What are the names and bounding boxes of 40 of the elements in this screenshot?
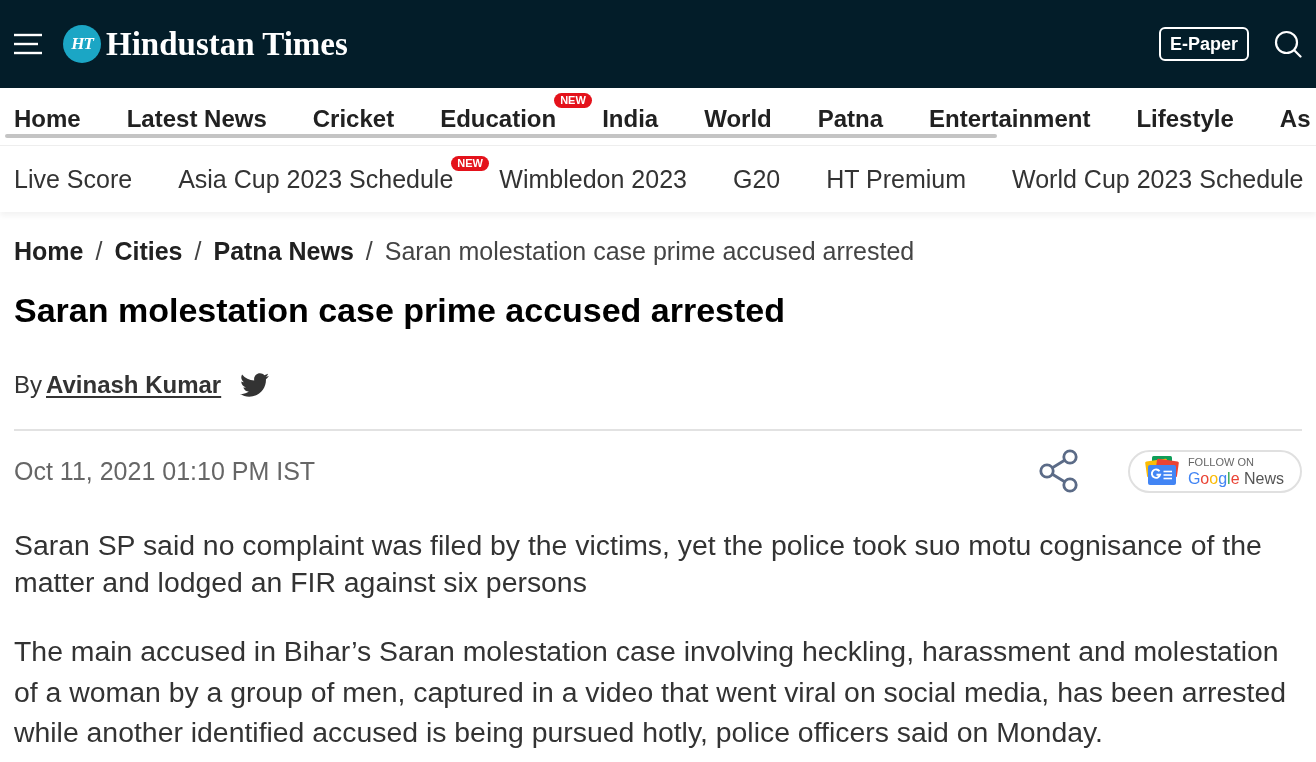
nav-link[interactable]: Lifestyle — [1136, 104, 1234, 134]
new-badge: NEW — [451, 156, 489, 171]
nav-link[interactable]: HT Premium — [826, 164, 967, 194]
nav-link[interactable]: Entertainment — [929, 104, 1091, 134]
nav-link[interactable]: Patna — [817, 104, 884, 134]
nav-link[interactable]: Education — [440, 104, 557, 134]
epaper-button[interactable]: E-Paper — [1158, 27, 1249, 61]
bird-icon[interactable] — [240, 373, 270, 397]
breadcrumb-link[interactable]: Home — [14, 236, 84, 266]
author-link[interactable]: Avinash Kumar — [46, 370, 222, 400]
nav-link[interactable]: As — [1279, 104, 1311, 134]
nav-link[interactable]: G20 — [732, 164, 781, 194]
breadcrumb-link[interactable]: Patna News — [213, 236, 354, 266]
nav-link[interactable]: Latest News — [126, 104, 267, 134]
share-icon[interactable] — [1038, 449, 1079, 493]
nav-link[interactable]: Wimbledon 2023 — [499, 164, 687, 194]
scrollbar-thumb[interactable] — [5, 134, 997, 138]
breadcrumb-current: Saran molestation case prime accused arrested — [384, 236, 915, 266]
article-summary: Saran SP said no complaint was filed by the victims, yet the police took suo motu cognisance of the matter and lodged an FIR against six persons — [14, 528, 1263, 600]
article-paragraph: The main accused in Bihar’s Saran molestation case involving heckling, harassment and molestation of a woman by a group of men, captured in a video that went viral on social media, has been arrested while another identified accused is being pursued hotly, police officers said on Monday. — [14, 634, 1287, 750]
nav-link[interactable]: World — [704, 104, 772, 134]
new-badge: NEW — [554, 93, 592, 108]
follow-button[interactable]: FOLLOW ON Google News — [1127, 449, 1302, 493]
nav-link[interactable]: Live Score — [14, 164, 133, 194]
article-headline: Saran molestation case prime accused arrested — [14, 290, 787, 330]
news-app-icon — [1144, 456, 1179, 486]
logo-wordmark[interactable]: Hindustan Times — [106, 25, 348, 63]
byline-prefix: By — [14, 370, 42, 400]
nav-link[interactable]: Asia Cup 2023 Schedule — [178, 164, 454, 194]
menu-icon[interactable] — [14, 33, 42, 55]
breadcrumb-link[interactable]: Cities — [114, 236, 183, 266]
breadcrumb-separator: / — [193, 236, 203, 266]
search-icon[interactable] — [1274, 30, 1302, 58]
nav-link[interactable]: India — [602, 104, 659, 134]
nav-link[interactable]: Home — [14, 104, 81, 134]
nav-link[interactable]: World Cup 2023 Schedule — [1012, 164, 1304, 194]
publish-date: Oct 11, 2021 01:10 PM IST — [14, 456, 316, 486]
breadcrumb-separator: / — [94, 236, 104, 266]
nav-link[interactable]: Cricket — [312, 104, 395, 134]
breadcrumb-separator: / — [364, 236, 374, 266]
